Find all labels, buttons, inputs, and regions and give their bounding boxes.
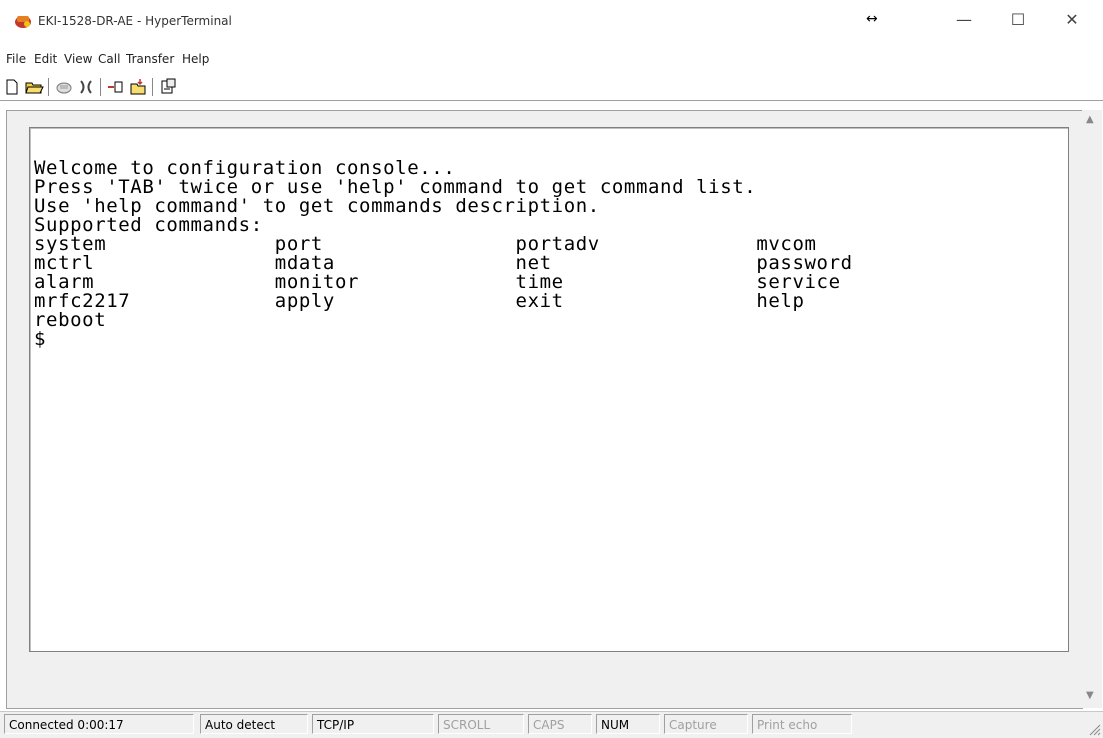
dial-icon[interactable] <box>76 77 96 97</box>
terminal-line: mrfc2217 apply exit help <box>34 290 805 312</box>
toolbar <box>0 74 1103 101</box>
status-scroll: SCROLL <box>438 714 524 734</box>
open-icon[interactable] <box>24 77 44 97</box>
menu-transfer[interactable]: Transfer <box>126 52 174 66</box>
status-detect: Auto detect <box>200 714 308 734</box>
terminal-workarea: Welcome to configuration console... Pres… <box>6 110 1083 709</box>
status-capture: Capture <box>664 714 748 734</box>
menu-file[interactable]: File <box>6 52 26 66</box>
status-caps: CAPS <box>528 714 592 734</box>
status-connected: Connected 0:00:17 <box>4 714 194 734</box>
disconnect-icon[interactable] <box>54 77 74 97</box>
hyperterminal-app-icon <box>15 16 31 28</box>
send-icon[interactable] <box>106 77 126 97</box>
toolbar-separator <box>100 78 101 96</box>
terminal-screen[interactable]: Welcome to configuration console... Pres… <box>29 127 1069 652</box>
menu-edit[interactable]: Edit <box>34 52 57 66</box>
properties-icon[interactable] <box>158 77 178 97</box>
resize-indicator-icon: ↔ <box>866 11 878 27</box>
new-icon[interactable] <box>2 77 22 97</box>
close-button[interactable]: ✕ <box>1052 6 1092 34</box>
resize-grip-icon[interactable] <box>1089 724 1101 736</box>
minimize-button[interactable]: — <box>944 6 984 34</box>
terminal-prompt: $ <box>34 328 47 350</box>
terminal-output: Welcome to configuration console... Pres… <box>34 159 853 349</box>
maximize-button[interactable]: ☐ <box>998 6 1038 34</box>
status-bar: Connected 0:00:17 Auto detect TCP/IP SCR… <box>0 711 1103 738</box>
window-title: EKI-1528-DR-AE - HyperTerminal <box>38 14 232 28</box>
receive-icon[interactable] <box>128 77 148 97</box>
status-protocol: TCP/IP <box>312 714 434 734</box>
scroll-up-icon[interactable]: ▲ <box>1086 114 1094 125</box>
title-bar: EKI-1528-DR-AE - HyperTerminal ↔ — ☐ ✕ <box>0 0 1103 40</box>
status-num: NUM <box>596 714 660 734</box>
vertical-scrollbar[interactable]: ▲ ▼ <box>1082 110 1102 708</box>
menu-help[interactable]: Help <box>182 52 209 66</box>
status-print-echo: Print echo <box>752 714 852 734</box>
toolbar-separator <box>152 78 153 96</box>
menu-call[interactable]: Call <box>98 52 120 66</box>
toolbar-separator <box>48 78 49 96</box>
menu-bar: File Edit View Call Transfer Help <box>0 48 1103 70</box>
menu-view[interactable]: View <box>64 52 92 66</box>
scroll-down-icon[interactable]: ▼ <box>1086 690 1094 701</box>
